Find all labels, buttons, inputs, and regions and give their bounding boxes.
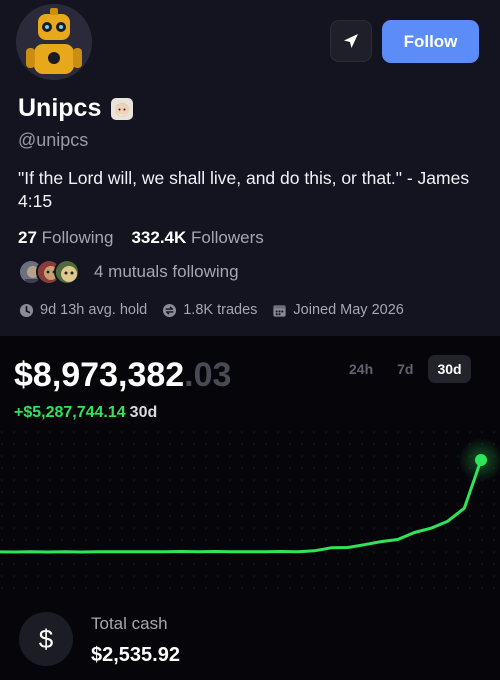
send-button[interactable] [330,20,372,62]
following-label: Following [41,228,114,247]
balance-cents: .03 [184,356,232,394]
name-row: Unipcs [18,94,134,123]
robot-avatar-icon [16,4,92,80]
change-period: 30d [129,404,158,421]
profile-header: Follow Unipcs @unipcs "If the Lord will,… [0,0,500,336]
portfolio-chart[interactable] [0,430,500,590]
join-date: Joined May 2026 [271,302,404,318]
avg-hold: 9d 13h avg. hold [18,302,147,318]
trade-count-text: 1.8K trades [183,302,258,318]
tab-24h[interactable]: 24h [340,355,382,383]
portfolio-balance: $8,973,382.03 [14,356,231,395]
follow-stats: 27 Following 332.4K Followers [18,228,264,248]
following-count: 27 [18,228,37,247]
swap-icon [161,302,177,318]
dollar-icon: $ [19,612,73,666]
cash-label: Total cash [91,614,168,633]
mutuals-row[interactable]: 4 mutuals following [18,259,239,285]
followers-count: 332.4K [131,228,187,247]
follow-button[interactable]: Follow [382,20,479,63]
chart-grid [0,430,500,590]
change-amount: +$5,287,744.14 [14,404,126,421]
pnl-change: +$5,287,744.14 30d [14,404,157,422]
period-tabs: 24h 7d 30d [340,355,471,383]
chart-endpoint-point [475,454,487,466]
tab-30d[interactable]: 30d [428,355,471,383]
display-name: Unipcs [18,94,102,122]
balance-main: $8,973,382 [14,356,185,394]
calendar-icon [271,302,287,318]
face-badge-icon [111,97,134,120]
avg-hold-text: 9d 13h avg. hold [40,302,148,318]
join-date-text: Joined May 2026 [293,302,404,318]
tab-7d[interactable]: 7d [388,355,422,383]
mutuals-text: 4 mutuals following [94,262,239,281]
cash-value: $2,535.92 [91,644,180,666]
profile-avatar[interactable] [16,4,92,80]
followers-label: Followers [191,228,264,247]
profile-bio: "If the Lord will, we shall live, and do… [18,168,470,211]
profile-handle: @unipcs [18,130,89,150]
followers-stat[interactable]: 332.4K Followers [131,228,263,248]
following-stat[interactable]: 27 Following [18,228,113,248]
clock-icon [18,302,34,318]
send-icon [344,34,358,48]
profile-meta: 9d 13h avg. hold 1.8K trades Joined May … [18,302,404,318]
mutual-avatar [54,259,80,285]
trade-count: 1.8K trades [161,302,257,318]
